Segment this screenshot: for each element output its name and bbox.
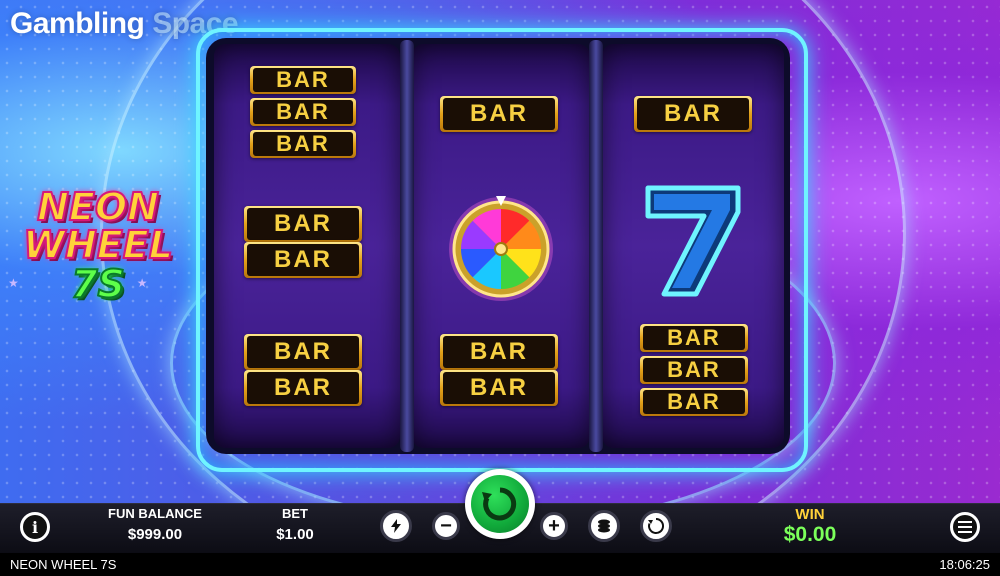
autoplay-button[interactable]: [640, 510, 672, 542]
bar-symbol-label: BAR: [637, 98, 749, 130]
bet-label: BET: [282, 506, 308, 521]
game-logo: NEON WHEEL 7S ★★: [8, 185, 266, 328]
status-bar: NEON WHEEL 7S 18:06:25: [0, 553, 1000, 576]
bar-symbol-label: BAR: [643, 390, 745, 414]
increase-bet-button[interactable]: +: [540, 512, 568, 540]
brand-word-1: Gambling: [10, 7, 145, 40]
bet-levels-button[interactable]: [588, 510, 620, 542]
game-background: Gambling Space NEON WHEEL 7S ★★ BAR BAR …: [0, 0, 1000, 503]
bar-symbol: BAR: [250, 98, 356, 126]
menu-button[interactable]: [950, 512, 980, 542]
bar-symbol: BAR: [244, 206, 362, 242]
info-icon: i: [31, 517, 39, 537]
bar-symbol-label: BAR: [247, 244, 359, 276]
seven-icon: [640, 182, 744, 300]
game-title: NEON WHEEL 7S: [10, 557, 117, 572]
bar-symbol: BAR: [640, 388, 748, 416]
spin-arrow-icon: [482, 487, 517, 521]
spin-button-core: [471, 475, 529, 533]
bar-symbol: BAR: [250, 130, 356, 158]
minus-icon: −: [440, 515, 452, 537]
bar-symbol: BAR: [640, 324, 748, 352]
bar-symbol-label: BAR: [247, 336, 359, 368]
plus-icon: +: [548, 515, 560, 537]
coins-icon: [598, 519, 610, 533]
decrease-bet-button[interactable]: −: [432, 512, 460, 540]
bar-symbol: BAR: [244, 370, 362, 406]
balance-value: $999.00: [127, 526, 183, 543]
game-logo-line1: NEON: [36, 185, 160, 229]
bar-symbol-label: BAR: [643, 326, 745, 350]
bar-symbol-label: BAR: [443, 336, 555, 368]
bar-symbol-label: BAR: [247, 372, 359, 404]
bar-symbol: BAR: [250, 66, 356, 94]
bar-symbol-label: BAR: [253, 100, 353, 124]
bar-symbol-label: BAR: [253, 68, 353, 92]
logo-stars-icon: ★★: [8, 276, 266, 290]
bar-symbol-label: BAR: [247, 208, 359, 240]
autoplay-icon: [648, 517, 665, 534]
bar-symbol-label: BAR: [443, 372, 555, 404]
balance-label: FUN BALANCE: [108, 506, 202, 521]
bar-symbol-label: BAR: [643, 358, 745, 382]
bar-symbol: BAR: [634, 96, 752, 132]
bar-symbol: BAR: [440, 96, 558, 132]
bar-symbol: BAR: [244, 242, 362, 278]
clock: 18:06:25: [939, 557, 990, 572]
bet-value: $1.00: [276, 526, 314, 543]
win-label: WIN: [795, 506, 825, 523]
bar-symbol: BAR: [440, 370, 558, 406]
bar-symbol: BAR: [640, 356, 748, 384]
bar-symbol-label: BAR: [253, 132, 353, 156]
bar-symbol: BAR: [244, 334, 362, 370]
wheel-icon: [446, 194, 556, 304]
bar-symbol: BAR: [440, 334, 558, 370]
info-button[interactable]: i: [20, 512, 50, 542]
menu-icon: [958, 521, 972, 533]
reel-divider: [589, 40, 603, 452]
spin-button[interactable]: [465, 469, 535, 539]
lightning-icon: [391, 519, 401, 533]
game-logo-line2: WHEEL: [22, 223, 174, 267]
turbo-button[interactable]: [380, 510, 412, 542]
win-value: $0.00: [783, 523, 837, 546]
reel-divider: [400, 40, 414, 452]
bar-symbol-label: BAR: [443, 98, 555, 130]
